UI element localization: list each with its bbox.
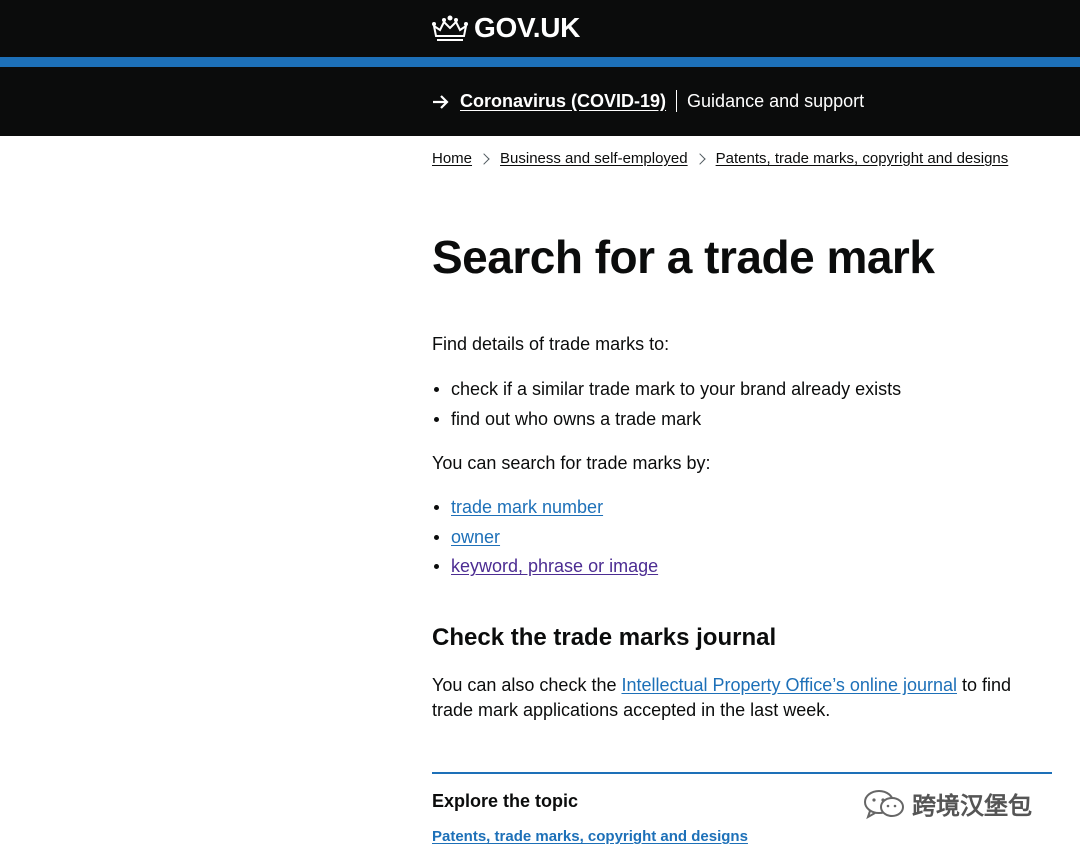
bullet-icon	[434, 387, 439, 393]
journal-text-before: You can also check the	[432, 675, 622, 695]
list-item: check if a similar trade mark to your br…	[432, 375, 901, 405]
wechat-icon	[864, 789, 904, 819]
list-item-text: check if a similar trade mark to your br…	[451, 379, 902, 400]
covid-link[interactable]: Coronavirus (COVID-19)	[460, 91, 666, 112]
journal-paragraph: You can also check the Intellectual Prop…	[432, 673, 1032, 723]
explore-topic-link[interactable]: Patents, trade marks, copyright and desi…	[432, 827, 748, 847]
search-options-list: trade mark number owner keyword, phrase …	[432, 493, 658, 582]
intro-list: check if a similar trade mark to your br…	[432, 375, 901, 434]
breadcrumb-patents[interactable]: Patents, trade marks, copyright and desi…	[716, 150, 1009, 167]
ipo-journal-link[interactable]: Intellectual Property Office’s online jo…	[621, 675, 957, 695]
search-intro-text: You can search for trade marks by:	[432, 453, 711, 473]
intro-text: Find details of trade marks to:	[432, 334, 670, 354]
watermark: 跨境汉堡包	[862, 786, 1032, 821]
journal-heading: Check the trade marks journal	[432, 624, 777, 651]
list-item: keyword, phrase or image	[432, 552, 658, 582]
watermark-text: 跨境汉堡包	[912, 792, 1032, 820]
list-item: owner	[432, 523, 658, 553]
crown-icon	[432, 15, 468, 41]
keyword-phrase-image-link[interactable]: keyword, phrase or image	[451, 556, 658, 577]
breadcrumb-home[interactable]: Home	[432, 150, 472, 167]
breadcrumb-business[interactable]: Business and self-employed	[500, 150, 688, 167]
explore-heading: Explore the topic	[432, 791, 579, 811]
chevron-right-icon	[478, 152, 490, 165]
explore-divider	[432, 772, 1052, 774]
list-item: trade mark number	[432, 493, 658, 523]
owner-link[interactable]: owner	[451, 527, 500, 548]
arrow-right-icon	[433, 95, 449, 109]
bullet-icon	[434, 564, 439, 570]
list-item-text: find out who owns a trade mark	[451, 408, 702, 429]
breadcrumb: Home Business and self-employed Patents,…	[432, 150, 1008, 167]
chevron-right-icon	[693, 152, 706, 165]
header-accent-bar	[0, 57, 1080, 67]
banner-content: Coronavirus (COVID-19) Guidance and supp…	[432, 88, 864, 114]
bullet-icon	[434, 505, 439, 511]
covid-banner: Coronavirus (COVID-19) Guidance and supp…	[0, 67, 1080, 136]
logo-text: GOV.UK	[474, 12, 581, 43]
banner-text: Guidance and support	[687, 90, 865, 111]
govuk-logo[interactable]: GOV.UK	[432, 10, 580, 46]
site-header: GOV.UK	[0, 0, 1080, 57]
banner-divider	[676, 90, 678, 112]
page-title: Search for a trade mark	[432, 231, 935, 283]
trade-mark-number-link[interactable]: trade mark number	[451, 497, 603, 518]
bullet-icon	[434, 534, 439, 540]
bullet-icon	[434, 416, 439, 422]
list-item: find out who owns a trade mark	[432, 405, 901, 435]
